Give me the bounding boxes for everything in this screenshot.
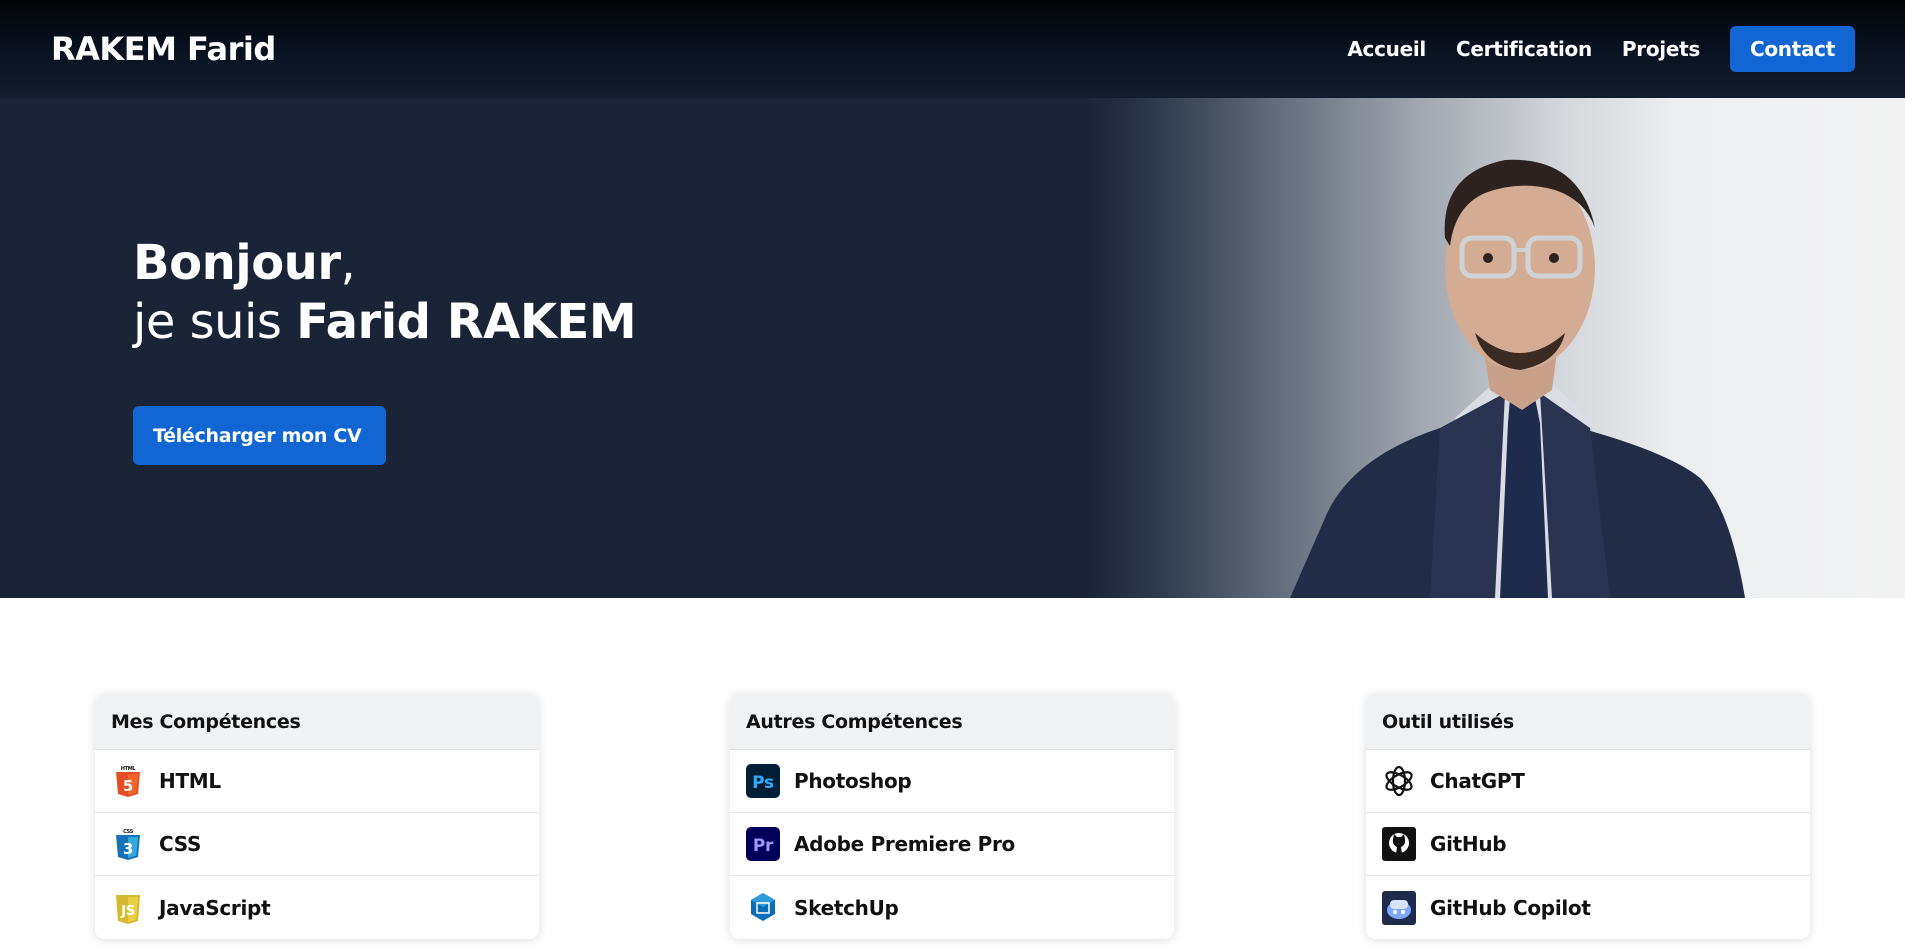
list-item: Ps Photoshop <box>730 750 1174 813</box>
item-label: CSS <box>159 832 202 856</box>
card-title: Outil utilisés <box>1366 694 1810 750</box>
brand-logo[interactable]: RAKEM Farid <box>51 30 276 68</box>
list-item: HTML 5 HTML <box>95 750 539 813</box>
card-autres-competences: Autres Compétences Ps Photoshop Pr Adobe… <box>730 694 1174 939</box>
card-outils-utilises: Outil utilisés ChatGPT GitHub GitHub Cop… <box>1366 694 1810 939</box>
item-label: GitHub <box>1430 832 1507 856</box>
nav-menu: Accueil Certification Projets Contact <box>1317 26 1855 72</box>
photoshop-icon: Ps <box>746 764 780 798</box>
item-label: JavaScript <box>159 895 271 920</box>
nav-link-accueil[interactable]: Accueil <box>1347 37 1426 61</box>
svg-text:HTML: HTML <box>121 766 137 772</box>
list-item: GitHub <box>1366 813 1810 876</box>
sketchup-icon <box>746 891 780 925</box>
navbar: RAKEM Farid Accueil Certification Projet… <box>0 0 1905 98</box>
profile-photo <box>1290 159 1745 598</box>
hero-heading: Bonjour, je suis Farid RAKEM <box>133 234 637 352</box>
svg-text:Pr: Pr <box>753 836 774 856</box>
premiere-pro-icon: Pr <box>746 827 780 861</box>
nav-link-projets[interactable]: Projets <box>1622 37 1700 61</box>
card-title: Autres Compétences <box>730 694 1174 750</box>
css3-icon: CSS 3 <box>111 827 145 861</box>
contact-button[interactable]: Contact <box>1729 26 1855 72</box>
chatgpt-icon <box>1382 764 1416 798</box>
item-label: HTML <box>159 769 221 793</box>
intro-text: je suis <box>133 294 297 350</box>
card-mes-competences: Mes Compétences HTML 5 HTML CSS 3 CSS JS J… <box>95 694 539 939</box>
download-cv-button[interactable]: Télécharger mon CV <box>133 406 386 465</box>
list-item: SketchUp <box>730 876 1174 939</box>
item-label: Adobe Premiere Pro <box>794 832 1015 856</box>
github-copilot-icon <box>1382 890 1416 925</box>
svg-text:5: 5 <box>123 777 133 795</box>
greeting-bold: Bonjour <box>133 235 341 291</box>
hero-name: Farid RAKEM <box>296 294 637 350</box>
item-label: ChatGPT <box>1430 769 1525 793</box>
svg-text:3: 3 <box>123 840 133 858</box>
svg-text:CSS: CSS <box>123 829 134 835</box>
svg-text:JS: JS <box>120 904 135 919</box>
javascript-icon: JS <box>111 891 145 925</box>
list-item: GitHub Copilot <box>1366 876 1810 939</box>
list-item: JS JavaScript <box>95 876 539 939</box>
card-title: Mes Compétences <box>95 694 539 750</box>
html5-icon: HTML 5 <box>111 764 145 798</box>
svg-text:Ps: Ps <box>752 773 774 793</box>
greeting-comma: , <box>340 235 356 291</box>
hero-section: Bonjour, je suis Farid RAKEM Télécharger … <box>0 98 1905 598</box>
list-item: ChatGPT <box>1366 750 1810 813</box>
list-item: CSS 3 CSS <box>95 813 539 876</box>
item-label: GitHub Copilot <box>1430 895 1591 920</box>
item-label: SketchUp <box>794 895 899 920</box>
nav-link-certification[interactable]: Certification <box>1456 37 1592 61</box>
list-item: Pr Adobe Premiere Pro <box>730 813 1174 876</box>
item-label: Photoshop <box>794 769 912 793</box>
github-icon <box>1382 827 1416 861</box>
